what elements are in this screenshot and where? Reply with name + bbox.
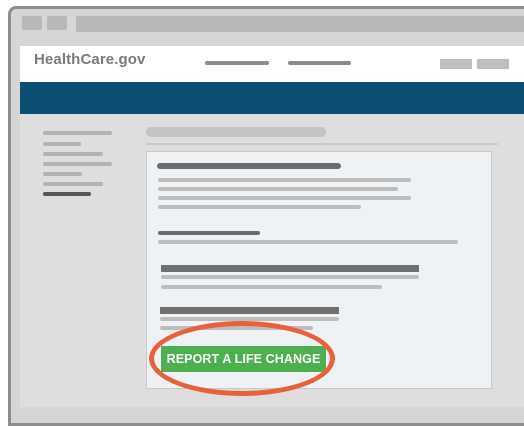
item-title-placeholder: [160, 307, 339, 314]
sidebar-item[interactable]: [43, 152, 103, 156]
browser-forward-control[interactable]: [47, 16, 67, 30]
browser-back-control[interactable]: [22, 16, 42, 30]
text-line-placeholder: [161, 275, 419, 279]
subheading-placeholder: [158, 231, 260, 235]
page-title-placeholder: [146, 127, 326, 137]
text-line-placeholder: [158, 240, 458, 244]
sidebar-item[interactable]: [43, 162, 112, 166]
nav-link-placeholder[interactable]: [205, 61, 269, 65]
text-line-placeholder: [158, 196, 411, 200]
item-title-placeholder: [161, 265, 419, 272]
sidebar-item-active[interactable]: [43, 192, 91, 196]
sidebar-item[interactable]: [43, 131, 112, 135]
browser-address-bar[interactable]: [76, 16, 524, 32]
text-line-placeholder: [161, 285, 382, 289]
title-divider: [146, 143, 498, 145]
brand-band: [20, 82, 524, 114]
highlight-circle: [149, 321, 335, 396]
text-line-placeholder: [158, 205, 361, 209]
sidebar-item[interactable]: [43, 172, 82, 176]
card-heading-placeholder: [157, 163, 341, 169]
text-line-placeholder: [158, 178, 411, 182]
sidebar-item[interactable]: [43, 142, 81, 146]
sidebar-item[interactable]: [43, 182, 103, 186]
header-button-placeholder[interactable]: [440, 59, 472, 69]
text-line-placeholder: [158, 187, 398, 191]
site-logo[interactable]: HealthCare.gov: [34, 51, 145, 68]
nav-link-placeholder[interactable]: [288, 61, 351, 65]
header-button-placeholder[interactable]: [477, 59, 509, 69]
